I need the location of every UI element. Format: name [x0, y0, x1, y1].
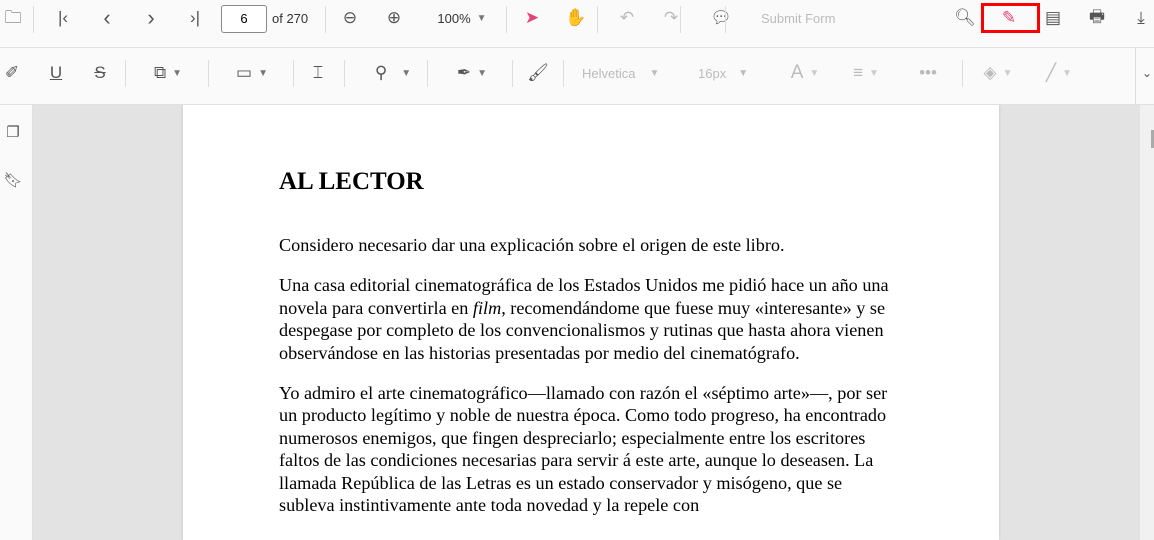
divider: [597, 6, 598, 33]
shapes-icon: ⧉: [153, 63, 167, 82]
divider: [1135, 48, 1136, 104]
divider: [293, 60, 294, 87]
bookmark-icon[interactable]: 🔖︎: [3, 165, 23, 195]
pan-hand-icon[interactable]: ✋: [565, 3, 586, 33]
edit-annotation-icon[interactable]: ✎: [998, 3, 1020, 33]
left-sidebar: ❐ 🔖︎: [0, 105, 33, 540]
more-options-icon[interactable]: •••: [918, 58, 938, 88]
fill-color-dropdown[interactable]: ◈ ▼: [982, 58, 1014, 88]
measure-icon: ▭: [236, 63, 253, 82]
shapes-dropdown[interactable]: ⧉ ▼: [148, 58, 188, 88]
download-icon[interactable]: ⤓: [1131, 3, 1151, 33]
annotation-toolbar: ✐ U S ⧉ ▼ ▭ ▼ ⌶ ⚲ ▼ ✒ ▼ 🖌︎ Helvetica ▼ 16px ▼ …: [0, 48, 1154, 105]
chevron-down-icon: ▼: [476, 12, 487, 24]
last-page-icon[interactable]: ›|: [185, 3, 205, 33]
open-file-icon[interactable]: 🗀: [3, 4, 23, 34]
font-family-value: Helvetica: [582, 65, 636, 81]
divider: [512, 60, 513, 87]
zoom-dropdown[interactable]: 100% ▼: [432, 3, 492, 33]
previous-page-icon[interactable]: ‹: [97, 3, 117, 33]
divider: [680, 6, 681, 33]
divider: [506, 6, 507, 33]
align-left-icon: ≡: [853, 63, 863, 82]
page-total: of 270: [272, 11, 309, 26]
vertical-scrollbar[interactable]: [1140, 105, 1154, 540]
form-designer-icon[interactable]: ▤: [1043, 3, 1063, 33]
chevron-down-icon: ▼: [1002, 67, 1013, 79]
collapse-toolbar-chevron-icon[interactable]: ⌄: [1140, 58, 1154, 88]
chapter-heading: AL LECTOR: [279, 168, 424, 195]
pdf-page: AL LECTOR Considero necesario dar una ex…: [183, 105, 999, 540]
chevron-down-icon: ▼: [869, 67, 879, 79]
divider: [962, 60, 963, 87]
chevron-down-icon: ▼: [738, 67, 749, 79]
redo-icon[interactable]: ↷: [661, 3, 681, 33]
zoom-out-icon[interactable]: ⊖: [340, 3, 360, 33]
chevron-down-icon: ▼: [649, 67, 660, 79]
highlight-icon[interactable]: ✐: [2, 58, 22, 88]
zoom-value: 100%: [437, 10, 471, 26]
text-align-dropdown[interactable]: ≡ ▼: [846, 58, 886, 88]
paragraph: Yo admiro el arte cinematográfico—llamad…: [279, 383, 888, 516]
chevron-down-icon: ▼: [258, 67, 268, 79]
font-family-dropdown[interactable]: Helvetica ▼: [582, 58, 666, 88]
chevron-down-icon: ▼: [477, 67, 488, 79]
divider: [725, 6, 726, 33]
font-color-icon: A: [790, 62, 804, 83]
next-page-icon[interactable]: ›: [141, 3, 161, 33]
undo-icon[interactable]: ↶: [617, 3, 637, 33]
divider: [33, 6, 34, 33]
page-thumbnails-icon[interactable]: ❐: [3, 117, 23, 147]
ink-brush-icon[interactable]: 🖌︎: [527, 58, 549, 88]
document-viewer: AL LECTOR Considero necesario dar una ex…: [33, 105, 1140, 540]
paragraph: Una casa editorial cinematográfica de lo…: [279, 274, 899, 364]
chevron-down-icon: ▼: [809, 67, 820, 79]
divider: [325, 6, 326, 33]
submit-form-button[interactable]: Submit Form: [761, 11, 835, 26]
main-toolbar: 🗀 |‹ ‹ › ›| 6 of 270 ⊖ ⊕ 100% ▼ ➤ ✋ ↶ ↷ 💬…: [0, 0, 1154, 48]
chevron-down-icon: ▼: [172, 67, 183, 79]
font-size-dropdown[interactable]: 16px ▼: [698, 58, 758, 88]
search-icon[interactable]: 🔍︎: [954, 3, 976, 33]
comment-icon[interactable]: 💬︎: [710, 3, 732, 33]
free-text-icon[interactable]: ⌶: [308, 58, 328, 88]
divider: [208, 60, 209, 87]
font-size-value: 16px: [698, 65, 727, 81]
divider: [427, 60, 428, 87]
paint-bucket-icon: ◈: [983, 63, 997, 82]
measure-dropdown[interactable]: ▭ ▼: [232, 58, 272, 88]
font-color-dropdown[interactable]: A ▼: [790, 58, 820, 88]
chevron-down-icon: ▼: [401, 67, 412, 79]
selection-cursor-icon[interactable]: ➤: [522, 3, 542, 33]
paragraph: Considero necesario dar una explicación …: [279, 235, 785, 255]
zoom-in-icon[interactable]: ⊕: [384, 3, 404, 33]
stroke-color-dropdown[interactable]: ╱ ▼: [1043, 58, 1075, 88]
print-icon[interactable]: 🖶: [1087, 3, 1107, 33]
chevron-down-icon: ▼: [1062, 67, 1073, 79]
stamp-dropdown[interactable]: ⚲ ▼: [368, 58, 418, 88]
divider: [563, 60, 564, 87]
signature-dropdown[interactable]: ✒ ▼: [452, 58, 492, 88]
page-number-input[interactable]: 6: [221, 5, 267, 33]
italic-text: film: [472, 297, 502, 318]
first-page-icon[interactable]: |‹: [53, 3, 73, 33]
signature-pen-icon: ✒: [456, 63, 472, 82]
divider: [125, 60, 126, 87]
underline-icon[interactable]: U: [46, 58, 66, 88]
divider: [344, 60, 345, 87]
stamp-icon: ⚲: [374, 63, 388, 82]
strikethrough-icon[interactable]: S: [90, 58, 110, 88]
line-icon: ╱: [1045, 63, 1057, 82]
